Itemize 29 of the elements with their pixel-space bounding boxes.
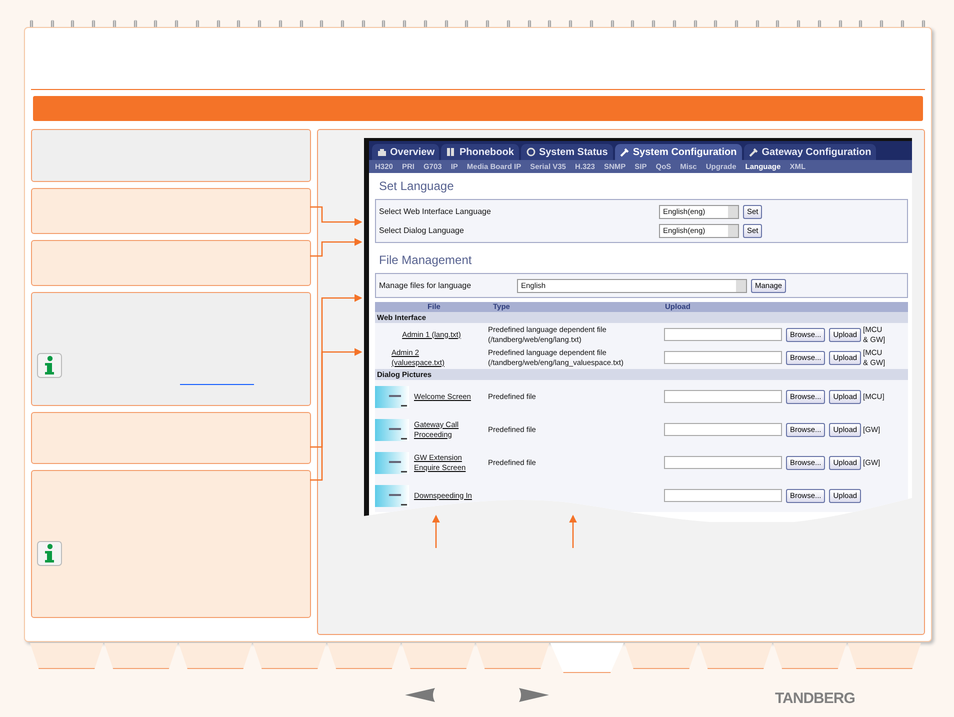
section-title: File Management [378,252,473,269]
upload-field[interactable] [664,328,782,341]
field-label: Select Dialog Language [379,224,465,236]
book-icon [446,147,456,157]
link-underline[interactable] [180,384,254,385]
nav-tab[interactable]: Phonebook [441,144,519,160]
leader-line [569,514,577,548]
nav-tab[interactable]: Gateway Configuration [744,144,876,160]
upload-field[interactable] [664,456,782,469]
nav-tab[interactable]: Overview [372,144,440,160]
brand-logo: TANDBERG [775,689,855,709]
upload-field[interactable] [664,390,782,403]
previous-arrow-icon[interactable] [405,688,437,702]
leader-line [432,514,440,548]
leader-line [310,238,362,257]
nav-tab[interactable]: System Configuration [614,144,742,160]
upload-field[interactable] [664,351,782,364]
camera-icon [377,147,387,157]
leader-line [310,206,362,226]
field-label: Manage files for language [379,280,472,292]
nav-tab[interactable]: System Status [520,144,613,160]
wrench-icon [620,147,630,157]
upload-field[interactable] [664,423,782,436]
upload-field[interactable] [664,489,782,502]
field-label: Select Web Interface Language [379,206,492,218]
eye-icon [526,147,536,157]
next-arrow-icon[interactable] [517,688,549,702]
wrench-icon [748,147,759,157]
section-title: Set Language [378,178,455,195]
